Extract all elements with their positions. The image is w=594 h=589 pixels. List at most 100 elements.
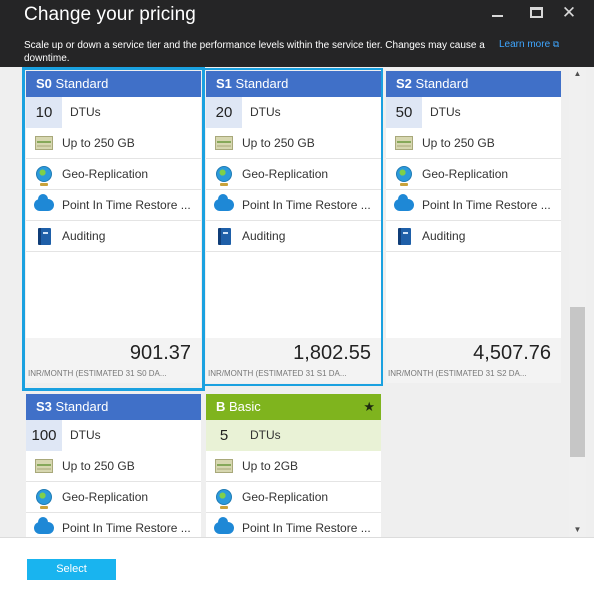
tier-card-s0[interactable]: S0 Standard 10 DTUs Up to 250 GB Geo-Repl… (26, 71, 201, 383)
dtu-count: 100 (26, 419, 62, 451)
maximize-icon[interactable] (527, 4, 545, 22)
external-link-icon: ⧉ (552, 39, 560, 49)
tier-code: S1 (216, 76, 232, 91)
feature-row: Auditing (26, 221, 201, 252)
tier-card-s2[interactable]: S2 Standard 50 DTUs Up to 250 GB Geo-Repl… (386, 71, 561, 383)
feature-label: Geo-Replication (62, 167, 149, 181)
feature-row: Up to 2GB (206, 451, 381, 482)
globe-icon (216, 166, 232, 186)
cloud-icon (394, 194, 414, 211)
scroll-up-icon[interactable]: ▲ (569, 67, 586, 81)
tier-header: S2 Standard (386, 71, 561, 97)
dtu-label: DTUs (422, 96, 561, 128)
tier-code: S2 (396, 76, 412, 91)
feature-row: Up to 250 GB (26, 451, 201, 482)
scroll-down-icon[interactable]: ▼ (569, 523, 586, 537)
dtu-count: 20 (206, 96, 242, 128)
feature-row: Geo-Replication (26, 482, 201, 513)
feature-label: Up to 250 GB (242, 136, 315, 150)
tier-card-basic[interactable]: B Basic ★ 5 DTUs Up to 2GB Geo-Replication… (206, 394, 381, 537)
tier-price-footer: 4,507.76 INR/MONTH (ESTIMATED 31 S2 DA..… (386, 338, 561, 383)
feature-label: Up to 250 GB (422, 136, 495, 150)
book-icon (37, 227, 51, 245)
feature-row: Point In Time Restore ... (206, 190, 381, 221)
tier-price-footer: 1,802.55 INR/MONTH (ESTIMATED 31 S1 DA..… (206, 338, 381, 383)
pricing-tiles-area: S0 Standard 10 DTUs Up to 250 GB Geo-Repl… (0, 67, 594, 537)
star-icon: ★ (363, 399, 375, 414)
cloud-icon (34, 194, 54, 211)
feature-row: Geo-Replication (206, 159, 381, 190)
globe-icon (36, 166, 52, 186)
dtu-count: 5 (206, 419, 242, 451)
globe-icon (396, 166, 412, 186)
feature-label: Point In Time Restore ... (62, 521, 191, 535)
tier-header: S1 Standard (206, 71, 381, 97)
close-icon[interactable]: ✕ (560, 4, 578, 22)
feature-row: Point In Time Restore ... (386, 190, 561, 221)
learn-more-label[interactable]: Learn more (499, 39, 550, 50)
tier-name: Standard (415, 76, 469, 91)
tier-card-s3[interactable]: S3 Standard 100 DTUs Up to 250 GB Geo-Rep… (26, 394, 201, 537)
tier-code: S0 (36, 76, 52, 91)
feature-label: Auditing (62, 229, 106, 243)
feature-row: Auditing (206, 221, 381, 252)
feature-row: Up to 250 GB (386, 128, 561, 159)
feature-label: Up to 2GB (242, 459, 299, 473)
feature-label: Point In Time Restore ... (62, 198, 191, 212)
tier-price: 1,802.55 (293, 342, 371, 364)
feature-label: Geo-Replication (422, 167, 509, 181)
vertical-scrollbar[interactable]: ▲ ▼ (569, 67, 586, 537)
feature-row: Point In Time Restore ... (206, 513, 381, 537)
feature-row: Auditing (386, 221, 561, 252)
globe-icon (216, 489, 232, 509)
dtu-row: 5 DTUs (206, 419, 381, 451)
tier-name: Standard (235, 76, 289, 91)
tier-card-s1[interactable]: S1 Standard 20 DTUs Up to 250 GB Geo-Repl… (206, 71, 381, 383)
feature-label: Auditing (242, 229, 286, 243)
dtu-count: 50 (386, 96, 422, 128)
feature-row: Geo-Replication (206, 482, 381, 513)
feature-label: Point In Time Restore ... (242, 521, 371, 535)
feature-label: Geo-Replication (242, 490, 329, 504)
dtu-label: DTUs (242, 419, 381, 451)
dtu-row: 20 DTUs (206, 96, 381, 128)
feature-label: Point In Time Restore ... (242, 198, 371, 212)
select-button[interactable]: Select (27, 559, 116, 580)
tier-name: Standard (55, 76, 109, 91)
feature-label: Up to 250 GB (62, 459, 135, 473)
tier-header: B Basic ★ (206, 394, 381, 420)
cloud-icon (34, 517, 54, 534)
dtu-label: DTUs (62, 96, 201, 128)
blade-footer: Select (0, 537, 594, 589)
blade-title: Change your pricing (24, 4, 196, 25)
feature-label: Auditing (422, 229, 466, 243)
tier-code: B (216, 399, 226, 414)
feature-row: Up to 250 GB (206, 128, 381, 159)
tier-price: 901.37 (129, 342, 191, 364)
storage-icon (215, 459, 233, 473)
storage-icon (215, 136, 233, 150)
tier-price-footer: 901.37 INR/MONTH (ESTIMATED 31 S0 DA... (26, 338, 201, 383)
tier-price-note: INR/MONTH (ESTIMATED 31 S1 DA... (208, 369, 347, 378)
book-icon (397, 227, 411, 245)
cloud-icon (214, 194, 234, 211)
dtu-row: 10 DTUs (26, 96, 201, 128)
scrollbar-thumb[interactable] (570, 307, 585, 457)
dtu-row: 50 DTUs (386, 96, 561, 128)
tier-name: Basic (229, 399, 261, 414)
learn-more-link[interactable]: Learn more ⧉ (499, 39, 559, 50)
feature-label: Point In Time Restore ... (422, 198, 551, 212)
minimize-icon[interactable] (488, 4, 506, 22)
feature-row: Geo-Replication (26, 159, 201, 190)
dtu-row: 100 DTUs (26, 419, 201, 451)
storage-icon (35, 136, 53, 150)
tier-header: S0 Standard (26, 71, 201, 97)
cloud-icon (214, 517, 234, 534)
feature-row: Point In Time Restore ... (26, 513, 201, 537)
globe-icon (36, 489, 52, 509)
tier-price: 4,507.76 (473, 342, 551, 364)
storage-icon (35, 459, 53, 473)
book-icon (217, 227, 231, 245)
dtu-count: 10 (26, 96, 62, 128)
feature-row: Up to 250 GB (26, 128, 201, 159)
